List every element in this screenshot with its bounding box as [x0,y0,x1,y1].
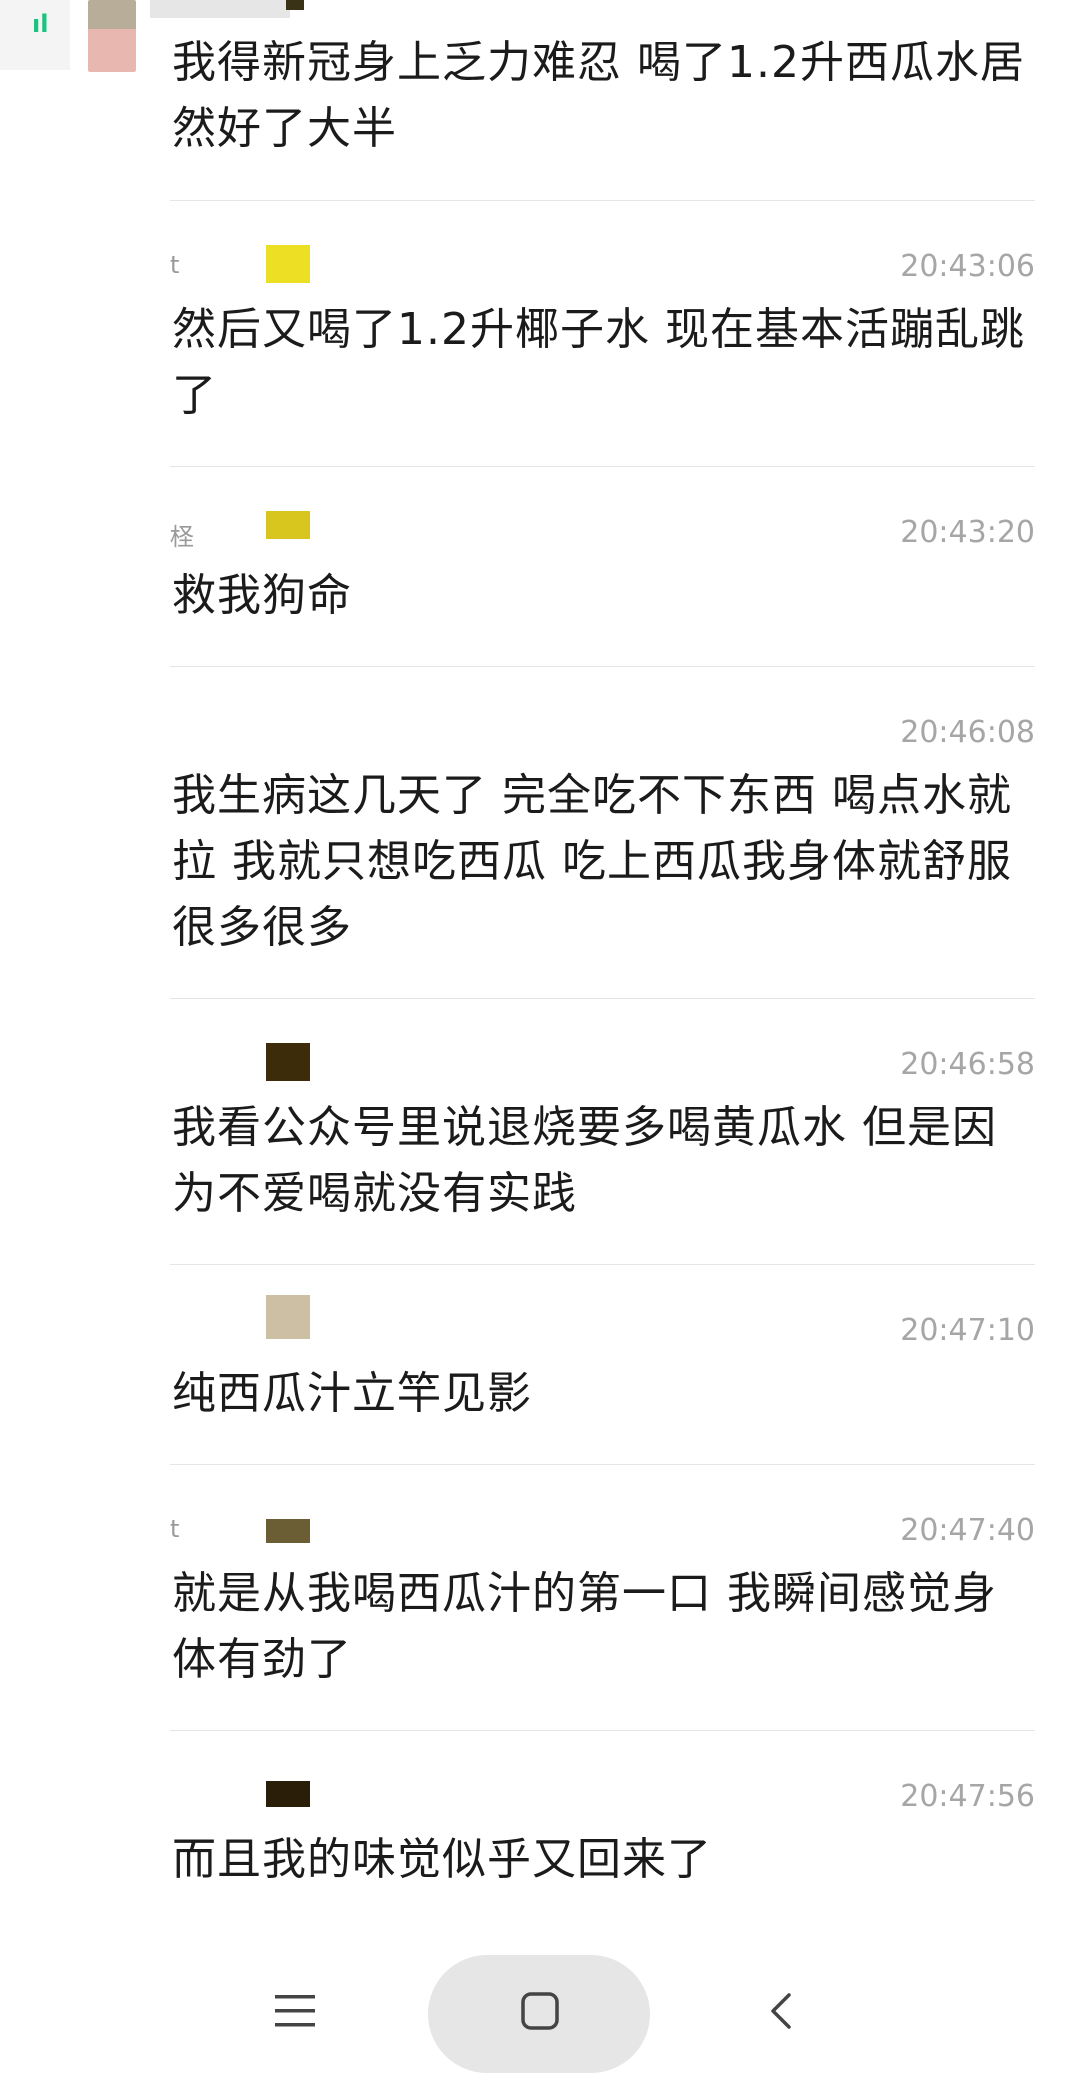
message-1: t 20:43:06 然后又喝了1.2升椰子水 现在基本活蹦乱跳了 [170,201,1035,467]
message-time: 20:46:58 [900,1047,1035,1082]
message-text: 然后又喝了1.2升椰子水 现在基本活蹦乱跳了 [172,304,1025,421]
message-top: 我得新冠身上乏力难忍 喝了1.2升西瓜水居然好了大半 [170,0,1035,201]
message-header: t 20:47:40 [170,1509,1035,1549]
message-text: 而且我的味觉似乎又回来了 [172,1834,712,1885]
home-square-icon[interactable] [510,1981,570,2041]
left-status-strip: ıl [0,0,70,70]
sender-tag [266,245,310,283]
message-text: 纯西瓜汁立竿见影 [172,1368,532,1419]
sender-tag [266,1781,310,1807]
message-text: 救我狗命 [172,570,352,621]
back-chevron-icon[interactable] [752,1981,812,2041]
message-header: 20:46:08 [170,711,1035,751]
message-3: 20:46:08 我生病这几天了 完全吃不下东西 喝点水就拉 我就只想吃西瓜 吃… [170,667,1035,999]
message-6: t 20:47:40 就是从我喝西瓜汁的第一口 我瞬间感觉身体有劲了 [170,1465,1035,1731]
message-header: 20:47:10 [170,1295,1035,1348]
message-header: 20:46:58 [170,1043,1035,1083]
message-5: 20:47:10 纯西瓜汁立竿见影 [170,1265,1035,1465]
sender-tag [266,511,310,539]
message-text: 就是从我喝西瓜汁的第一口 我瞬间感觉身体有劲了 [172,1568,997,1685]
sender-tag [266,1295,310,1339]
message-text: 我得新冠身上乏力难忍 喝了1.2升西瓜水居然好了大半 [172,37,1025,154]
message-header: t 20:43:06 [170,245,1035,285]
message-time: 20:47:56 [900,1779,1035,1814]
message-time: 20:43:20 [900,515,1035,550]
message-time: 20:47:40 [900,1513,1035,1548]
navigation-bar [0,1943,1080,2073]
menu-icon[interactable] [265,1981,325,2041]
message-time: 20:43:06 [900,249,1035,284]
sender-tag [266,1519,310,1543]
message-text: 我生病这几天了 完全吃不下东西 喝点水就拉 我就只想吃西瓜 吃上西瓜我身体就舒服… [172,770,1012,953]
sender-name[interactable]: t [170,251,179,279]
message-text: 我看公众号里说退烧要多喝黄瓜水 但是因为不爱喝就没有实践 [172,1102,997,1219]
signal-bars-icon: ıl [32,10,49,38]
message-header: 20:47:56 [170,1775,1035,1815]
message-4: 20:46:58 我看公众号里说退烧要多喝黄瓜水 但是因为不爱喝就没有实践 [170,999,1035,1265]
sender-name[interactable]: t [170,1515,179,1543]
message-header: 柽 20:43:20 [170,511,1035,551]
sender-tag [266,1043,310,1081]
message-time: 20:46:08 [900,715,1035,750]
sender-name[interactable]: 柽 [170,517,194,552]
top-avatar[interactable] [88,0,136,72]
message-time: 20:47:10 [900,1313,1035,1348]
message-7: 20:47:56 而且我的味觉似乎又回来了 [170,1731,1035,1931]
message-2: 柽 20:43:20 救我狗命 [170,467,1035,667]
